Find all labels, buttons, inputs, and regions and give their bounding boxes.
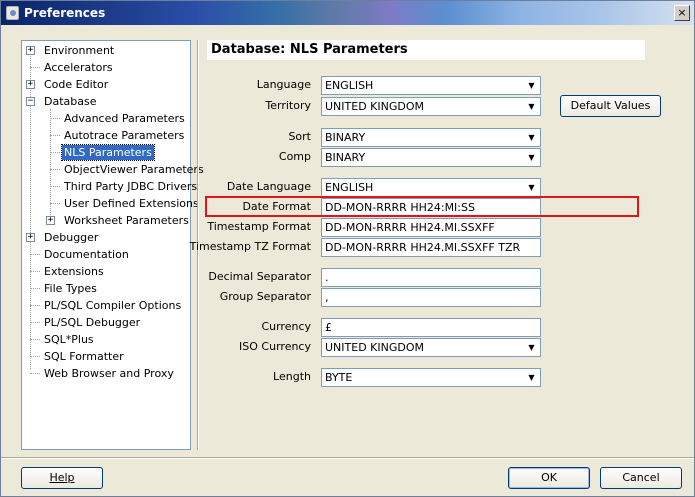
tree-item-label: Environment <box>44 44 115 57</box>
sort-value: BINARY <box>325 131 366 144</box>
preferences-tree: + Environment Accelerators + Code Editor… <box>21 40 204 450</box>
iso-currency-select[interactable]: UNITED KINGDOM ▼ <box>321 338 541 357</box>
territory-label: Territory <box>265 99 311 112</box>
sort-select[interactable]: BINARY ▼ <box>321 128 541 147</box>
language-label: Language <box>256 78 311 91</box>
tree-item-label: SQL Formatter <box>44 350 124 363</box>
decimal-separator-field[interactable]: . <box>321 268 541 287</box>
currency-label: Currency <box>261 320 311 333</box>
tree-item-label: Debugger <box>44 231 99 244</box>
tree-connector <box>50 118 60 119</box>
tree-connector <box>50 152 60 153</box>
date-language-select[interactable]: ENGLISH ▼ <box>321 178 541 197</box>
iso-currency-value: UNITED KINGDOM <box>325 341 424 354</box>
help-button[interactable]: Help <box>21 467 103 489</box>
close-button[interactable]: × <box>674 5 690 21</box>
comp-value: BINARY <box>325 151 366 164</box>
tree-item-label: Web Browser and Proxy <box>44 367 174 380</box>
territory-select[interactable]: UNITED KINGDOM ▼ <box>321 97 541 116</box>
iso-currency-label: ISO Currency <box>239 340 311 353</box>
length-label: Length <box>273 370 311 383</box>
tree-item-label: SQL*Plus <box>44 333 94 346</box>
cancel-button[interactable]: Cancel <box>600 467 682 489</box>
decimal-separator-label: Decimal Separator <box>208 270 311 283</box>
help-button-label: Help <box>49 471 75 484</box>
tree-item-label: PL/SQL Debugger <box>44 316 141 329</box>
footer-divider <box>1 457 694 459</box>
tree-connector <box>30 356 40 357</box>
sort-label: Sort <box>288 130 311 143</box>
date-language-label: Date Language <box>226 180 311 193</box>
chevron-down-icon: ▼ <box>528 343 535 352</box>
tree-item-label: Accelerators <box>44 61 113 74</box>
length-value: BYTE <box>325 371 353 384</box>
date-language-value: ENGLISH <box>325 181 374 194</box>
expand-icon[interactable]: + <box>26 80 35 89</box>
timestamp-format-label: Timestamp Format <box>207 220 311 233</box>
language-value: ENGLISH <box>325 79 374 92</box>
tree-item-label: PL/SQL Compiler Options <box>44 299 182 312</box>
expand-icon[interactable]: + <box>26 46 35 55</box>
tree-connector <box>30 271 40 272</box>
timestamp-format-field[interactable]: DD-MON-RRRR HH24.MI.SSXFF <box>321 218 541 237</box>
tree-item-label: Worksheet Parameters <box>64 214 189 227</box>
timestamp-tz-format-label: Timestamp TZ Format <box>189 240 311 253</box>
tree-connector <box>30 322 40 323</box>
chevron-down-icon: ▼ <box>528 373 535 382</box>
tree-item-label: Code Editor <box>44 78 109 91</box>
group-separator-field[interactable]: , <box>321 288 541 307</box>
tree-item-label: Third Party JDBC Drivers <box>64 180 198 193</box>
chevron-down-icon: ▼ <box>528 81 535 90</box>
tree-item-label: User Defined Extensions <box>64 197 199 210</box>
preferences-window: Preferences × + Environment Accelerators… <box>0 0 695 497</box>
chevron-down-icon: ▼ <box>528 183 535 192</box>
chevron-down-icon: ▼ <box>528 133 535 142</box>
tree-item-label: Extensions <box>44 265 104 278</box>
tree-connector <box>50 203 60 204</box>
window-title: Preferences <box>24 6 106 20</box>
tree-connector <box>30 305 40 306</box>
tree-connector <box>30 373 40 374</box>
tree-item-label: Advanced Parameters <box>64 112 185 125</box>
tree-item-label: Database <box>44 95 97 108</box>
default-values-button[interactable]: Default Values <box>560 95 661 117</box>
tree-item-label: Autotrace Parameters <box>64 129 185 142</box>
tree-connector <box>30 339 40 340</box>
tree-connector <box>50 135 60 136</box>
expand-icon[interactable]: + <box>46 216 55 225</box>
chevron-down-icon: ▼ <box>528 153 535 162</box>
tree-item-label: File Types <box>44 282 97 295</box>
tree-item-label: Documentation <box>44 248 129 261</box>
language-select[interactable]: ENGLISH ▼ <box>321 76 541 95</box>
tree-connector <box>50 169 60 170</box>
tree-connector <box>50 186 60 187</box>
comp-select[interactable]: BINARY ▼ <box>321 148 541 167</box>
group-separator-label: Group Separator <box>219 290 311 303</box>
territory-value: UNITED KINGDOM <box>325 100 424 113</box>
tree-connector <box>30 288 40 289</box>
title-bar[interactable]: Preferences × <box>1 1 694 25</box>
currency-field[interactable]: £ <box>321 318 541 337</box>
timestamp-tz-format-field[interactable]: DD-MON-RRRR HH24.MI.SSXFF TZR <box>321 238 541 257</box>
page-title: Database: NLS Parameters <box>207 40 645 60</box>
comp-label: Comp <box>278 150 311 163</box>
expand-icon[interactable]: + <box>26 233 35 242</box>
collapse-icon[interactable]: − <box>26 97 35 106</box>
length-select[interactable]: BYTE ▼ <box>321 368 541 387</box>
tree-connector <box>30 254 40 255</box>
ok-button[interactable]: OK <box>508 467 590 489</box>
tree-item-label: NLS Parameters <box>61 144 155 161</box>
app-icon <box>6 6 19 20</box>
highlight-box <box>205 196 639 217</box>
chevron-down-icon: ▼ <box>528 102 535 111</box>
tree-connector <box>30 67 40 68</box>
